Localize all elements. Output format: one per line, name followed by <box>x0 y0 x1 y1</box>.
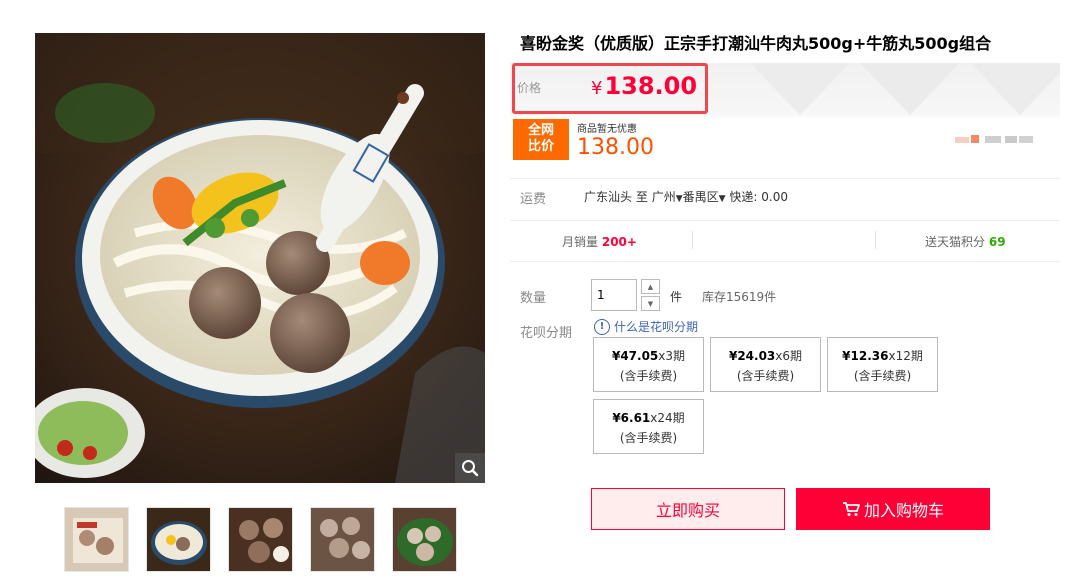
compare-badge-line1: 全网 <box>527 123 554 138</box>
installment-option[interactable]: ¥12.36x12期 (含手续费) <box>827 337 938 392</box>
thumbnail[interactable] <box>392 507 457 572</box>
stat-separator <box>875 231 876 249</box>
add-to-cart-label: 加入购物车 <box>863 501 944 520</box>
compare-badge-line2: 比价 <box>527 139 554 154</box>
installment-periods: x6期 <box>775 349 803 363</box>
buy-now-button[interactable]: 立即购买 <box>591 488 785 530</box>
monthly-sales-label: 月销量 <box>562 235 599 249</box>
installment-option[interactable]: ¥47.05x3期 (含手续费) <box>593 337 704 392</box>
quantity-unit: 件 <box>670 290 683 304</box>
shipping-city: 广州 <box>651 190 676 204</box>
cart-icon <box>842 502 860 516</box>
shipping-district-select[interactable]: 番禺区▼ <box>683 190 726 204</box>
no-discount-note: 商品暂无优惠 <box>577 124 637 135</box>
add-to-cart-button[interactable]: 加入购物车 <box>796 488 990 530</box>
points-label: 送天猫积分 <box>925 235 986 249</box>
compare-price-badge: 全网 比价 <box>513 119 569 160</box>
points-value: 69 <box>988 235 1006 249</box>
installment-fee-note: (含手续费) <box>736 369 795 383</box>
stock-count: 库存15619件 <box>702 290 777 304</box>
thumbnail[interactable] <box>64 507 129 572</box>
compare-price-value: 138.00 <box>577 135 654 160</box>
stat-separator <box>692 231 693 249</box>
zoom-button[interactable] <box>455 453 485 483</box>
divider <box>510 178 1060 179</box>
installment-help-link[interactable]: ! 什么是花呗分期 <box>594 318 698 335</box>
installment-periods: x3期 <box>658 349 686 363</box>
thumbnail[interactable] <box>146 507 211 572</box>
tmall-points: 送天猫积分 69 <box>925 233 1006 250</box>
thumbnail-strip <box>64 507 457 572</box>
installment-option[interactable]: ¥24.03x6期 (含手续费) <box>710 337 821 392</box>
divider <box>510 220 1060 221</box>
shipping-method: 快递: 0.00 <box>729 190 788 204</box>
shipping-info: 广东汕头 至 广州▼番禺区▼ 快递: 0.00 <box>584 188 788 205</box>
chevron-down-icon: ▼ <box>718 194 726 204</box>
quantity-decrease-button[interactable]: ▼ <box>641 296 660 311</box>
installment-periods: x12期 <box>888 349 923 363</box>
main-product-image[interactable] <box>35 33 485 483</box>
price-amount: 138.00 <box>604 72 698 100</box>
price-background-pattern <box>750 63 1060 115</box>
installment-amount: ¥47.05 <box>611 349 659 363</box>
quantity-increase-button[interactable]: ▲ <box>641 279 660 294</box>
product-title: 喜盼金奖（优质版）正宗手打潮汕牛肉丸500g+牛筋丸500g组合 <box>520 34 992 53</box>
installment-option[interactable]: ¥6.61x24期 (含手续费) <box>593 399 704 454</box>
shipping-origin: 广东汕头 <box>584 190 633 204</box>
monthly-sales: 月销量 200+ <box>562 233 637 250</box>
quantity-label: 数量 <box>520 291 547 306</box>
chevron-down-icon: ▼ <box>675 194 683 204</box>
installment-fee-note: (含手续费) <box>619 369 678 383</box>
installment-amount: ¥12.36 <box>842 349 889 363</box>
quantity-input[interactable] <box>591 279 637 311</box>
shipping-label: 运费 <box>520 192 547 207</box>
info-icon: ! <box>594 318 610 335</box>
installment-amount: ¥6.61 <box>612 411 651 425</box>
installment-fee-note: (含手续费) <box>619 431 678 445</box>
shipping-district: 番禺区 <box>682 190 719 204</box>
price-value: ¥138.00 <box>591 72 697 100</box>
shipping-to: 至 <box>635 190 648 204</box>
divider <box>510 261 1060 262</box>
installment-amount: ¥24.03 <box>728 349 776 363</box>
thumbnail[interactable] <box>310 507 375 572</box>
monthly-sales-value: 200+ <box>601 235 637 249</box>
installment-periods: x24期 <box>650 411 685 425</box>
currency-symbol: ¥ <box>591 78 603 99</box>
zoom-icon <box>462 460 479 477</box>
thumbnail[interactable] <box>228 507 293 572</box>
blurred-watermark <box>955 135 1033 143</box>
installment-label: 花呗分期 <box>520 326 573 341</box>
price-label: 价格 <box>517 81 542 95</box>
shipping-city-select[interactable]: 广州▼ <box>652 190 683 204</box>
installment-fee-note: (含手续费) <box>853 369 912 383</box>
installment-help-text: 什么是花呗分期 <box>614 320 699 334</box>
